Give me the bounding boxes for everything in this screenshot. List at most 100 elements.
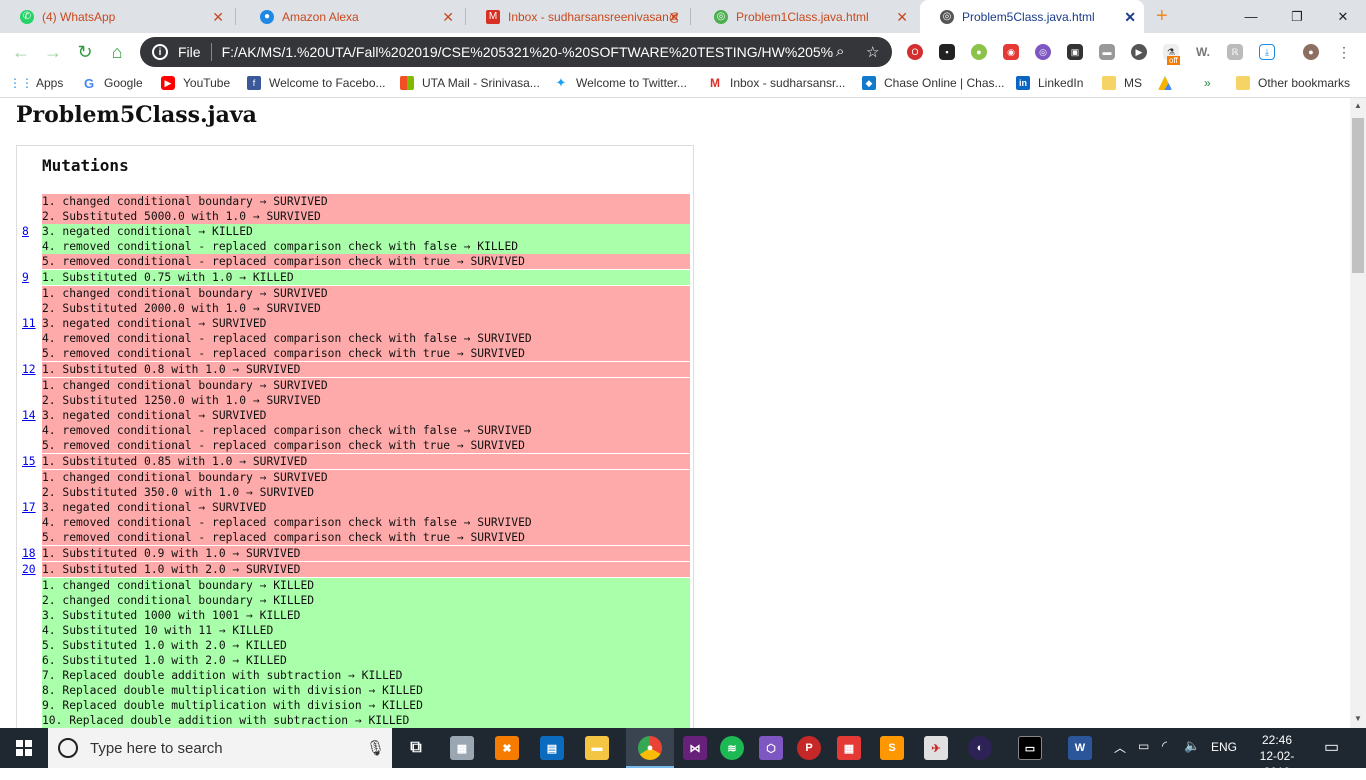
extension-icon[interactable]: ●	[971, 44, 987, 60]
mutation-killed: 6. Substituted 1.0 with 2.0 → KILLED	[42, 653, 690, 668]
extension-icon[interactable]: ▪	[939, 44, 955, 60]
word-icon[interactable]: W	[1068, 736, 1092, 760]
opera-extension-icon[interactable]: O	[907, 44, 923, 60]
mutation-row: 18 1. Substituted 0.9 with 1.0 → SURVIVED	[17, 546, 695, 561]
extension-icon[interactable]: ℝ	[1227, 44, 1243, 60]
close-tab-icon[interactable]: ✕	[1124, 9, 1136, 26]
scroll-up-icon[interactable]: ▲	[1354, 101, 1362, 110]
avatar[interactable]: ●	[1303, 44, 1319, 60]
line-number-link[interactable]: 20	[22, 562, 42, 577]
taskbar-search-box[interactable]: Type here to search 🎙	[48, 728, 392, 768]
bookmark-folder-ms[interactable]: MS	[1102, 76, 1142, 90]
back-arrow-icon[interactable]: ←	[10, 41, 32, 63]
bookmark-facebook[interactable]: f Welcome to Facebo...	[247, 76, 386, 90]
mutation-survived: 3. negated conditional → SURVIVED	[42, 500, 690, 515]
address-bar[interactable]: i File F:/AK/MS/1.%20UTA/Fall%202019/CSE…	[140, 37, 892, 67]
start-windows-icon[interactable]	[0, 728, 48, 768]
forward-arrow-icon[interactable]: →	[42, 41, 64, 63]
play-extension-icon[interactable]: ▶	[1131, 44, 1147, 60]
tab-gmail-inbox[interactable]: M Inbox - sudharsansreenivasan@ ✕	[466, 0, 688, 33]
info-icon[interactable]: i	[152, 44, 168, 60]
new-tab-button[interactable]: +	[1156, 5, 1168, 28]
app-p-icon[interactable]: P	[797, 736, 821, 760]
tab-label: Problem5Class.java.html	[962, 9, 1095, 24]
minimize-button[interactable]: —	[1228, 0, 1274, 33]
extension-w-icon[interactable]: W.	[1195, 44, 1211, 60]
app-icon[interactable]: ▤	[540, 736, 564, 760]
tab-amazon-alexa[interactable]: ● Amazon Alexa ✕	[240, 0, 462, 33]
microphone-icon[interactable]: 🎙	[366, 739, 385, 757]
sublime-text-icon[interactable]: S	[880, 736, 904, 760]
close-tab-icon[interactable]: ✕	[896, 9, 908, 26]
extension-icon[interactable]: ▣	[1067, 44, 1083, 60]
tab-whatsapp[interactable]: ✆ (4) WhatsApp ✕	[0, 0, 232, 33]
spotify-icon[interactable]: ≋	[720, 736, 744, 760]
app-icon[interactable]: ⬡	[759, 736, 783, 760]
bookmark-linkedin[interactable]: in LinkedIn	[1016, 76, 1083, 90]
restore-button[interactable]: ❐	[1274, 0, 1320, 33]
line-number-link[interactable]: 11	[22, 316, 42, 331]
close-window-button[interactable]: ✕	[1320, 0, 1366, 33]
scroll-down-icon[interactable]: ▼	[1354, 714, 1362, 723]
bookmark-uta-mail[interactable]: UTA Mail - Srinivasa...	[400, 76, 540, 90]
reload-icon[interactable]: ↻	[74, 41, 96, 63]
app-icon[interactable]: ▦	[837, 736, 861, 760]
line-number-link[interactable]: 8	[22, 224, 42, 239]
mutation-killed: 5. Substituted 1.0 with 2.0 → KILLED	[42, 638, 690, 653]
extension-icon[interactable]: ▬	[1099, 44, 1115, 60]
terminal-icon[interactable]: ▭	[1018, 736, 1042, 760]
gmail-icon: M	[710, 76, 720, 90]
url-text[interactable]: F:/AK/MS/1.%20UTA/Fall%202019/CSE%205321…	[222, 44, 834, 60]
bookmark-twitter[interactable]: ✦ Welcome to Twitter...	[554, 75, 687, 90]
visual-studio-icon[interactable]: ⋈	[683, 736, 707, 760]
line-number-link[interactable]: 12	[22, 362, 42, 377]
folder-icon	[1236, 76, 1250, 90]
tray-chevron-up-icon[interactable]: ︿	[1114, 739, 1126, 756]
tab-label: Problem1Class.java.html	[736, 9, 869, 24]
bookmark-star-icon[interactable]: ☆	[866, 43, 879, 61]
bookmark-youtube[interactable]: ▶ YouTube	[161, 76, 230, 90]
app-icon[interactable]: ▦	[450, 736, 474, 760]
battery-icon[interactable]: ▭	[1138, 739, 1149, 753]
close-tab-icon[interactable]: ✕	[212, 9, 224, 26]
xampp-icon[interactable]: ✖	[495, 736, 519, 760]
google-icon: G	[83, 75, 95, 91]
tab-problem5class[interactable]: ◎ Problem5Class.java.html ✕	[920, 0, 1144, 33]
bookmarks-overflow-icon[interactable]: »	[1204, 76, 1211, 90]
bookmark-google-drive[interactable]	[1158, 76, 1180, 90]
bookmark-google[interactable]: G Google	[82, 75, 143, 91]
extension-icon[interactable]: ◎	[1035, 44, 1051, 60]
extension-icon[interactable]: ◉	[1003, 44, 1019, 60]
line-number-link[interactable]: 14	[22, 408, 42, 423]
google-drive-icon	[1158, 76, 1172, 90]
line-number-link[interactable]: 17	[22, 500, 42, 515]
zoom-search-icon[interactable]: ⌕	[836, 43, 844, 60]
file-explorer-icon[interactable]: ▬	[585, 736, 609, 760]
close-tab-icon[interactable]: ✕	[442, 9, 454, 26]
download-icon[interactable]: ⤓	[1259, 44, 1275, 60]
bookmark-other[interactable]: Other bookmarks	[1236, 76, 1350, 90]
mutations-heading: Mutations	[42, 156, 129, 175]
wifi-icon[interactable]: ◜	[1162, 738, 1167, 754]
bookmark-gmail-inbox[interactable]: M Inbox - sudharsansr...	[708, 76, 845, 90]
bookmark-chase[interactable]: ◆ Chase Online | Chas...	[862, 76, 1005, 90]
line-number-link[interactable]: 15	[22, 454, 42, 469]
tab-problem1class[interactable]: ◎ Problem1Class.java.html ✕	[694, 0, 916, 33]
language-indicator[interactable]: ENG	[1211, 740, 1237, 754]
vertical-scrollbar[interactable]: ▲ ▼	[1350, 98, 1366, 728]
app-icon[interactable]: ✈	[924, 736, 948, 760]
notifications-icon[interactable]: ▭	[1324, 737, 1339, 757]
line-number-link[interactable]: 9	[22, 270, 42, 285]
eclipse-icon[interactable]: ◐	[968, 736, 992, 760]
scrollbar-thumb[interactable]	[1352, 118, 1364, 273]
volume-icon[interactable]: 🔈	[1184, 738, 1200, 754]
bookmark-apps[interactable]: ⋮⋮ Apps	[9, 76, 63, 90]
chrome-icon[interactable]: ●	[638, 736, 662, 760]
close-tab-icon[interactable]: ✕	[668, 9, 680, 26]
line-number-link[interactable]: 18	[22, 546, 42, 561]
home-icon[interactable]: ⌂	[106, 41, 128, 63]
system-clock[interactable]: 22:46 12-02-2019	[1252, 732, 1302, 780]
menu-kebab-icon[interactable]: ⋮	[1336, 44, 1352, 60]
task-view-icon[interactable]: ⧉	[404, 736, 428, 760]
mutation-survived: 1. changed conditional boundary → SURVIV…	[42, 470, 690, 485]
